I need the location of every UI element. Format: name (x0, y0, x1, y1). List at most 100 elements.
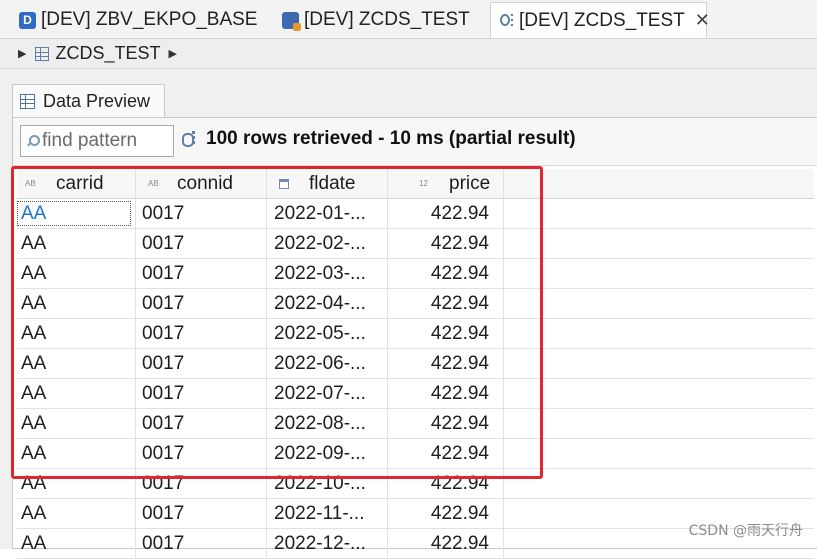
empty-row-space (504, 349, 814, 379)
table-row[interactable]: AA 0017 2022-07-... 422.94 (17, 379, 817, 409)
column-header-price[interactable]: 12 price (388, 169, 504, 199)
breadcrumb-item[interactable]: ZCDS_TEST (55, 43, 160, 64)
cell-connid[interactable]: 0017 (136, 469, 267, 499)
table-header: AB carrid AB connid fldate 12 price (17, 169, 817, 199)
cell-price[interactable]: 422.94 (388, 349, 504, 379)
cell-price[interactable]: 422.94 (388, 289, 504, 319)
table-row[interactable]: AA 0017 2022-04-... 422.94 (17, 289, 817, 319)
empty-row-space (504, 319, 814, 349)
cell-connid[interactable]: 0017 (136, 409, 267, 439)
cell-value: 422.94 (430, 203, 489, 224)
cell-carrid[interactable]: AA (17, 529, 136, 559)
cell-price[interactable]: 422.94 (388, 499, 504, 529)
find-pattern-input[interactable] (40, 129, 172, 153)
cell-value: 2022-01-... (274, 203, 366, 224)
cell-price[interactable]: 422.94 (388, 259, 504, 289)
table-row[interactable]: AA 0017 2022-03-... 422.94 (17, 259, 817, 289)
editor-tab-zcds-test-preview[interactable]: [DEV] ZCDS_TEST ✕ (490, 2, 710, 38)
breadcrumb-arrow-icon[interactable]: ▶ (18, 47, 26, 60)
cell-value: 0017 (142, 413, 185, 434)
cell-fldate[interactable]: 2022-04-... (267, 289, 388, 319)
table-row[interactable]: AA 0017 2022-01-... 422.94 (17, 199, 817, 229)
cell-price[interactable]: 422.94 (388, 379, 504, 409)
table-icon (35, 46, 50, 61)
cell-fldate[interactable]: 2022-08-... (267, 409, 388, 439)
search-icon (26, 135, 40, 147)
cell-value: AA (21, 293, 47, 314)
empty-row-space (504, 199, 814, 229)
cell-fldate[interactable]: 2022-06-... (267, 349, 388, 379)
column-header-connid[interactable]: AB connid (136, 169, 267, 199)
cell-connid[interactable]: 0017 (136, 199, 267, 229)
cell-value: 0017 (142, 503, 185, 524)
column-header-carrid[interactable]: AB carrid (17, 169, 136, 199)
tab-data-preview[interactable]: Data Preview (12, 84, 165, 118)
cell-connid[interactable]: 0017 (136, 349, 267, 379)
status-text: 100 rows retrieved - 10 ms (partial resu… (206, 128, 576, 149)
cell-connid[interactable]: 0017 (136, 499, 267, 529)
cell-price[interactable]: 422.94 (388, 229, 504, 259)
cell-carrid[interactable]: AA (17, 199, 136, 229)
cell-connid[interactable]: 0017 (136, 229, 267, 259)
editor-tab-zbv-ekpo-base[interactable]: D [DEV] ZBV_EKPO_BASE (19, 3, 257, 37)
cell-fldate[interactable]: 2022-10-... (267, 469, 388, 499)
cell-carrid[interactable]: AA (17, 319, 136, 349)
cell-carrid[interactable]: AA (17, 409, 136, 439)
cell-carrid[interactable]: AA (17, 379, 136, 409)
cell-connid[interactable]: 0017 (136, 529, 267, 559)
calendar-icon (279, 179, 289, 189)
table-row[interactable]: AA 0017 2022-08-... 422.94 (17, 409, 817, 439)
cell-price[interactable]: 422.94 (388, 529, 504, 559)
breadcrumb-arrow-icon[interactable]: ▶ (168, 47, 176, 60)
cell-carrid[interactable]: AA (17, 289, 136, 319)
editor-tab-zcds-test-cds[interactable]: [DEV] ZCDS_TEST (282, 3, 470, 37)
cell-value: AA (21, 473, 47, 494)
cell-value: 2022-10-... (274, 473, 366, 494)
cell-connid[interactable]: 0017 (136, 259, 267, 289)
table-row[interactable]: AA 0017 2022-09-... 422.94 (17, 439, 817, 469)
cell-fldate[interactable]: 2022-07-... (267, 379, 388, 409)
result-grid[interactable]: AB carrid AB connid fldate 12 price AA 00… (17, 169, 817, 559)
cell-connid[interactable]: 0017 (136, 289, 267, 319)
cell-fldate[interactable]: 2022-01-... (267, 199, 388, 229)
column-header-fldate[interactable]: fldate (267, 169, 388, 199)
cell-value: 2022-12-... (274, 533, 366, 554)
cell-price[interactable]: 422.94 (388, 439, 504, 469)
cell-fldate[interactable]: 2022-03-... (267, 259, 388, 289)
cell-fldate[interactable]: 2022-12-... (267, 529, 388, 559)
cell-price[interactable]: 422.94 (388, 319, 504, 349)
empty-row-space (504, 409, 814, 439)
cell-carrid[interactable]: AA (17, 499, 136, 529)
tab-label: Data Preview (43, 91, 151, 111)
cell-price[interactable]: 422.94 (388, 469, 504, 499)
table-row[interactable]: AA 0017 2022-06-... 422.94 (17, 349, 817, 379)
cell-value: 2022-05-... (274, 323, 366, 344)
cell-fldate[interactable]: 2022-02-... (267, 229, 388, 259)
status-message: 100 rows retrieved - 10 ms (partial resu… (182, 128, 576, 150)
cell-value: 0017 (142, 443, 185, 464)
cell-fldate[interactable]: 2022-09-... (267, 439, 388, 469)
find-pattern-field[interactable] (20, 125, 174, 157)
cell-carrid[interactable]: AA (17, 259, 136, 289)
cell-carrid[interactable]: AA (17, 349, 136, 379)
cell-price[interactable]: 422.94 (388, 199, 504, 229)
cell-fldate[interactable]: 2022-05-... (267, 319, 388, 349)
cell-connid[interactable]: 0017 (136, 319, 267, 349)
cell-carrid[interactable]: AA (17, 439, 136, 469)
table-row[interactable]: AA 0017 2022-05-... 422.94 (17, 319, 817, 349)
cell-carrid[interactable]: AA (17, 469, 136, 499)
cell-connid[interactable]: 0017 (136, 379, 267, 409)
cell-fldate[interactable]: 2022-11-... (267, 499, 388, 529)
close-icon[interactable]: ✕ (695, 10, 710, 31)
empty-header-space (504, 169, 814, 199)
cell-price[interactable]: 422.94 (388, 409, 504, 439)
cell-connid[interactable]: 0017 (136, 439, 267, 469)
editor-tab-label: [DEV] ZBV_EKPO_BASE (41, 9, 258, 30)
table-row[interactable]: AA 0017 2022-02-... 422.94 (17, 229, 817, 259)
cell-carrid[interactable]: AA (17, 229, 136, 259)
table-row[interactable]: AA 0017 2022-10-... 422.94 (17, 469, 817, 499)
cell-value: 422.94 (430, 353, 489, 374)
cell-value: AA (21, 533, 47, 554)
cell-value: 2022-11-... (274, 503, 365, 524)
cell-value: 2022-06-... (274, 353, 366, 374)
